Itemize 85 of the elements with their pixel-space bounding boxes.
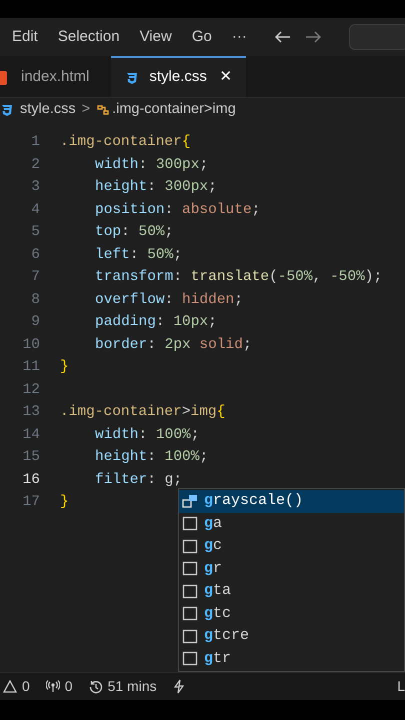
suggestion-label: gta (204, 581, 232, 601)
suggestion-label: ga (204, 514, 222, 534)
line-number: 14 (22, 426, 40, 445)
code-line: width: 100%; (95, 426, 200, 443)
unit-icon (182, 516, 199, 532)
suggestion-item[interactable]: gtr (179, 648, 404, 670)
suggestion-item[interactable]: gtcre (179, 625, 404, 648)
warning-icon (3, 680, 17, 693)
line-number: 2 (30, 156, 40, 175)
menu-item[interactable]: Selection (58, 26, 120, 48)
code-line: .img-container{ (60, 134, 191, 150)
code-line: position: absolute; (95, 202, 260, 218)
suggestion-label: gtr (204, 648, 232, 668)
html-file-icon (0, 70, 7, 84)
code-line: transform: translate(-50%, -50%); (95, 269, 382, 286)
line-number: 13 (22, 403, 40, 422)
unit-icon (182, 606, 199, 622)
suggestion-label: grayscale() (204, 491, 304, 511)
line-number: 12 (22, 380, 40, 400)
line-number: 1 (30, 133, 40, 152)
code-line: filter: g; (95, 472, 182, 488)
line-number: 11 (22, 358, 40, 378)
lightning-icon[interactable] (172, 679, 185, 694)
line-number: 10 (22, 336, 40, 355)
suggestion-item[interactable]: grayscale() (179, 490, 404, 512)
code-line: height: 300px; (95, 179, 217, 196)
code-line: } (60, 359, 69, 376)
code-line: padding: 10px; (95, 314, 217, 330)
status-text[interactable]: 51 mins (108, 676, 157, 697)
suggestion-label: gtc (204, 604, 232, 624)
editor-tab[interactable]: style.css ✕ (111, 56, 246, 97)
status-text[interactable]: L (397, 676, 405, 697)
unit-icon (182, 561, 199, 576)
suggestion-item[interactable]: gc (179, 535, 404, 558)
css-file-icon (125, 70, 140, 84)
suggestion-item[interactable]: gtc (179, 602, 404, 625)
line-number: 15 (22, 448, 40, 468)
suggestion-label: gtcre (204, 626, 250, 646)
tab-label: index.html (21, 67, 90, 88)
unit-icon (182, 628, 199, 644)
suggestion-item[interactable]: gta (179, 580, 404, 602)
line-number: 6 (30, 246, 40, 265)
unit-icon (182, 651, 199, 666)
line-number: 9 (30, 313, 40, 332)
code-line: } (60, 494, 69, 510)
tab-label: style.css (149, 67, 207, 88)
menu-item[interactable]: View (140, 26, 172, 48)
unit-icon (182, 584, 199, 599)
code-line: .img-container>img{ (60, 404, 226, 420)
status-text[interactable]: 0 (22, 676, 30, 697)
suggestion-label: gc (204, 536, 222, 556)
search-field[interactable] (348, 24, 405, 50)
forward-arrow-icon[interactable] (304, 31, 321, 43)
line-number: 5 (30, 223, 40, 242)
line-number: 17 (22, 493, 40, 512)
broadcast-icon (46, 680, 60, 693)
breadcrumb-item[interactable]: style.css (20, 99, 76, 121)
line-number: 8 (30, 290, 40, 310)
suggestion-item[interactable]: ga (179, 512, 404, 535)
status-text[interactable]: 0 (64, 676, 73, 697)
line-number: 3 (30, 178, 40, 198)
line-number: 16 (22, 470, 40, 490)
line-number: 4 (30, 200, 40, 220)
selector-icon (96, 103, 110, 117)
unit-icon (182, 538, 199, 554)
suggestion-label: gr (204, 558, 222, 578)
css-file-icon (0, 103, 14, 117)
close-icon[interactable]: ✕ (219, 66, 232, 89)
editor-tab[interactable]: index.html (0, 56, 112, 97)
code-line: border: 2px solid; (95, 336, 252, 353)
code-line: top: 50%; (95, 224, 174, 240)
suggestion-item[interactable]: gr (179, 558, 404, 580)
breadcrumb-separator: > (82, 100, 90, 120)
breadcrumb-item[interactable]: .img-container>img (112, 99, 236, 121)
code-line: overflow: hidden; (95, 292, 243, 308)
code-line: left: 50%; (95, 246, 182, 263)
method-icon (182, 494, 199, 509)
back-arrow-icon[interactable] (274, 31, 291, 43)
history-icon (88, 680, 103, 694)
menu-item[interactable]: ··· (232, 26, 247, 48)
code-line: height: 100%; (95, 449, 208, 466)
line-number: 7 (30, 268, 40, 288)
code-line: width: 300px; (95, 156, 208, 173)
menu-item[interactable]: Go (192, 26, 212, 48)
menu-item[interactable]: Edit (12, 26, 38, 48)
